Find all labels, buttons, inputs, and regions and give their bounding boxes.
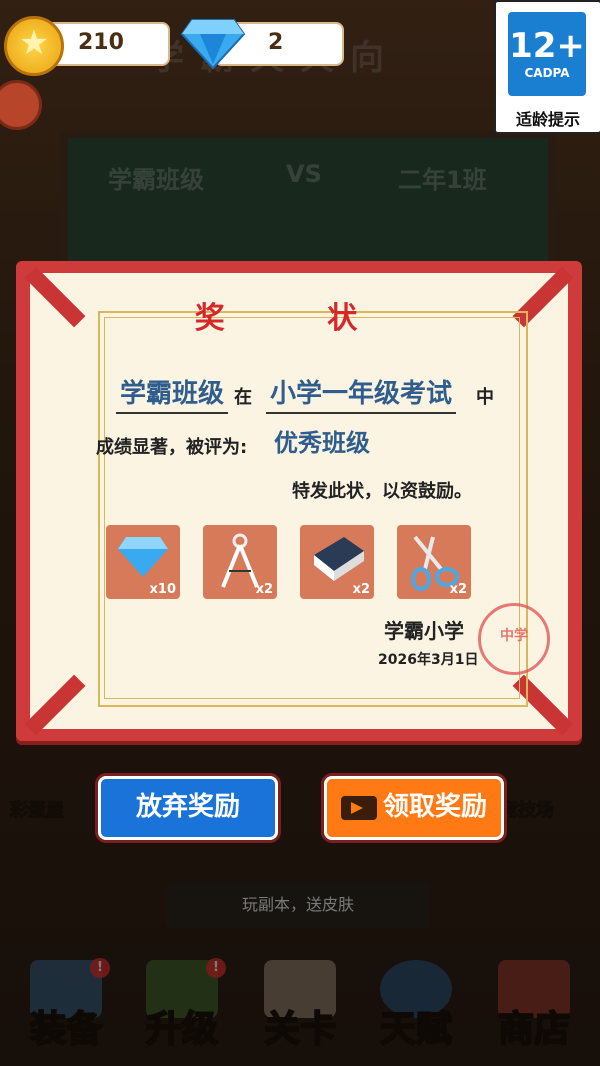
middle-word: 中	[476, 387, 494, 408]
reward-scissors: x2	[397, 525, 471, 599]
reward-eraser: x2	[300, 525, 374, 599]
reward-compass: x2	[203, 525, 277, 599]
eraser-icon	[314, 537, 364, 581]
claim-reward-label: 领取奖励	[382, 792, 487, 822]
claim-reward-button[interactable]: 领取奖励	[324, 776, 504, 840]
reward-quantity: x2	[352, 582, 370, 597]
reward-quantity: x2	[255, 582, 273, 597]
certificate-date: 2026年3月1日	[378, 652, 479, 668]
reward-quantity: x10	[149, 582, 176, 597]
honor-title: 优秀班级	[274, 429, 370, 457]
result-prefix: 成绩显著，被评为:	[96, 437, 248, 458]
age-number: 12+	[509, 26, 585, 66]
coin-value: 210	[78, 30, 124, 55]
certificate-dialog: 奖 状 学霸班级 在 小学一年级考试 中 成绩显著，被评为: 优秀班级 特发此状…	[16, 261, 582, 741]
red-seal: 中学	[478, 603, 550, 675]
abandon-reward-button[interactable]: 放弃奖励	[98, 776, 278, 840]
coin-icon: ★	[4, 16, 64, 76]
gem-icon	[118, 537, 168, 577]
gem-value: 2	[268, 30, 284, 55]
age-org: CADPA	[524, 66, 570, 80]
video-icon	[340, 795, 377, 820]
class-name: 学霸班级	[116, 373, 229, 414]
reward-quantity: x2	[449, 582, 467, 597]
exam-name: 小学一年级考试	[266, 373, 457, 414]
ribbon-corner	[24, 674, 86, 736]
certificate-paper: 奖 状 学霸班级 在 小学一年级考试 中 成绩显著，被评为: 优秀班级 特发此状…	[24, 266, 574, 736]
reward-gem: x10	[106, 525, 180, 599]
age-rating: 12+ CADPA 适龄提示	[494, 0, 600, 134]
age-label: 适龄提示	[515, 110, 580, 129]
closing-text: 特发此状，以资鼓励。	[292, 481, 472, 502]
diamond-icon	[180, 19, 246, 70]
stamp-text: 中学	[500, 628, 528, 644]
age-rating-box: 12+ CADPA	[508, 12, 586, 96]
certificate-title: 奖 状	[194, 301, 404, 336]
school-name: 学霸小学	[384, 619, 464, 643]
in-word: 在	[234, 387, 252, 408]
